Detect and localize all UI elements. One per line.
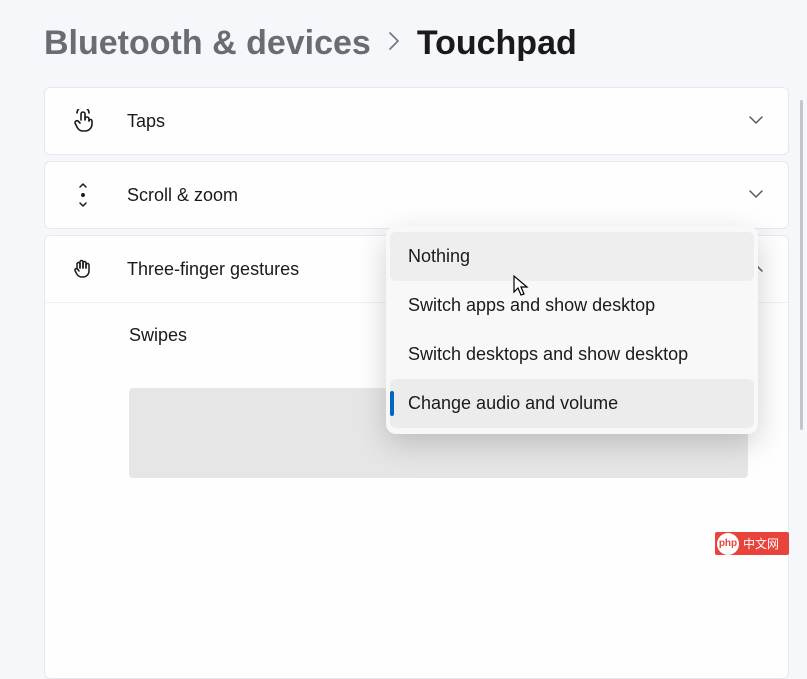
breadcrumb-current: Touchpad (417, 24, 577, 63)
scroll-zoom-icon (69, 182, 97, 208)
watermark-text: 中文网 (743, 535, 779, 552)
swipes-label: Swipes (129, 325, 187, 346)
scroll-zoom-label: Scroll & zoom (127, 185, 748, 206)
breadcrumb: Bluetooth & devices Touchpad (44, 24, 789, 63)
scrollbar[interactable] (791, 100, 807, 573)
chevron-down-icon (748, 112, 764, 130)
taps-card[interactable]: Taps (44, 87, 789, 155)
dropdown-option-switch-apps[interactable]: Switch apps and show desktop (390, 281, 754, 330)
watermark: php 中文网 (715, 532, 789, 555)
scrollbar-thumb[interactable] (800, 100, 803, 430)
breadcrumb-parent[interactable]: Bluetooth & devices (44, 24, 371, 63)
chevron-down-icon (748, 186, 764, 204)
watermark-logo: php (717, 533, 739, 555)
three-finger-icon (69, 257, 97, 281)
swipes-dropdown: Nothing Switch apps and show desktop Swi… (386, 226, 758, 434)
dropdown-option-switch-desktops[interactable]: Switch desktops and show desktop (390, 330, 754, 379)
scroll-zoom-card[interactable]: Scroll & zoom (44, 161, 789, 229)
dropdown-option-audio-volume[interactable]: Change audio and volume (390, 379, 754, 428)
tap-icon (69, 109, 97, 133)
chevron-right-icon (387, 30, 401, 58)
dropdown-option-nothing[interactable]: Nothing (390, 232, 754, 281)
taps-label: Taps (127, 111, 748, 132)
